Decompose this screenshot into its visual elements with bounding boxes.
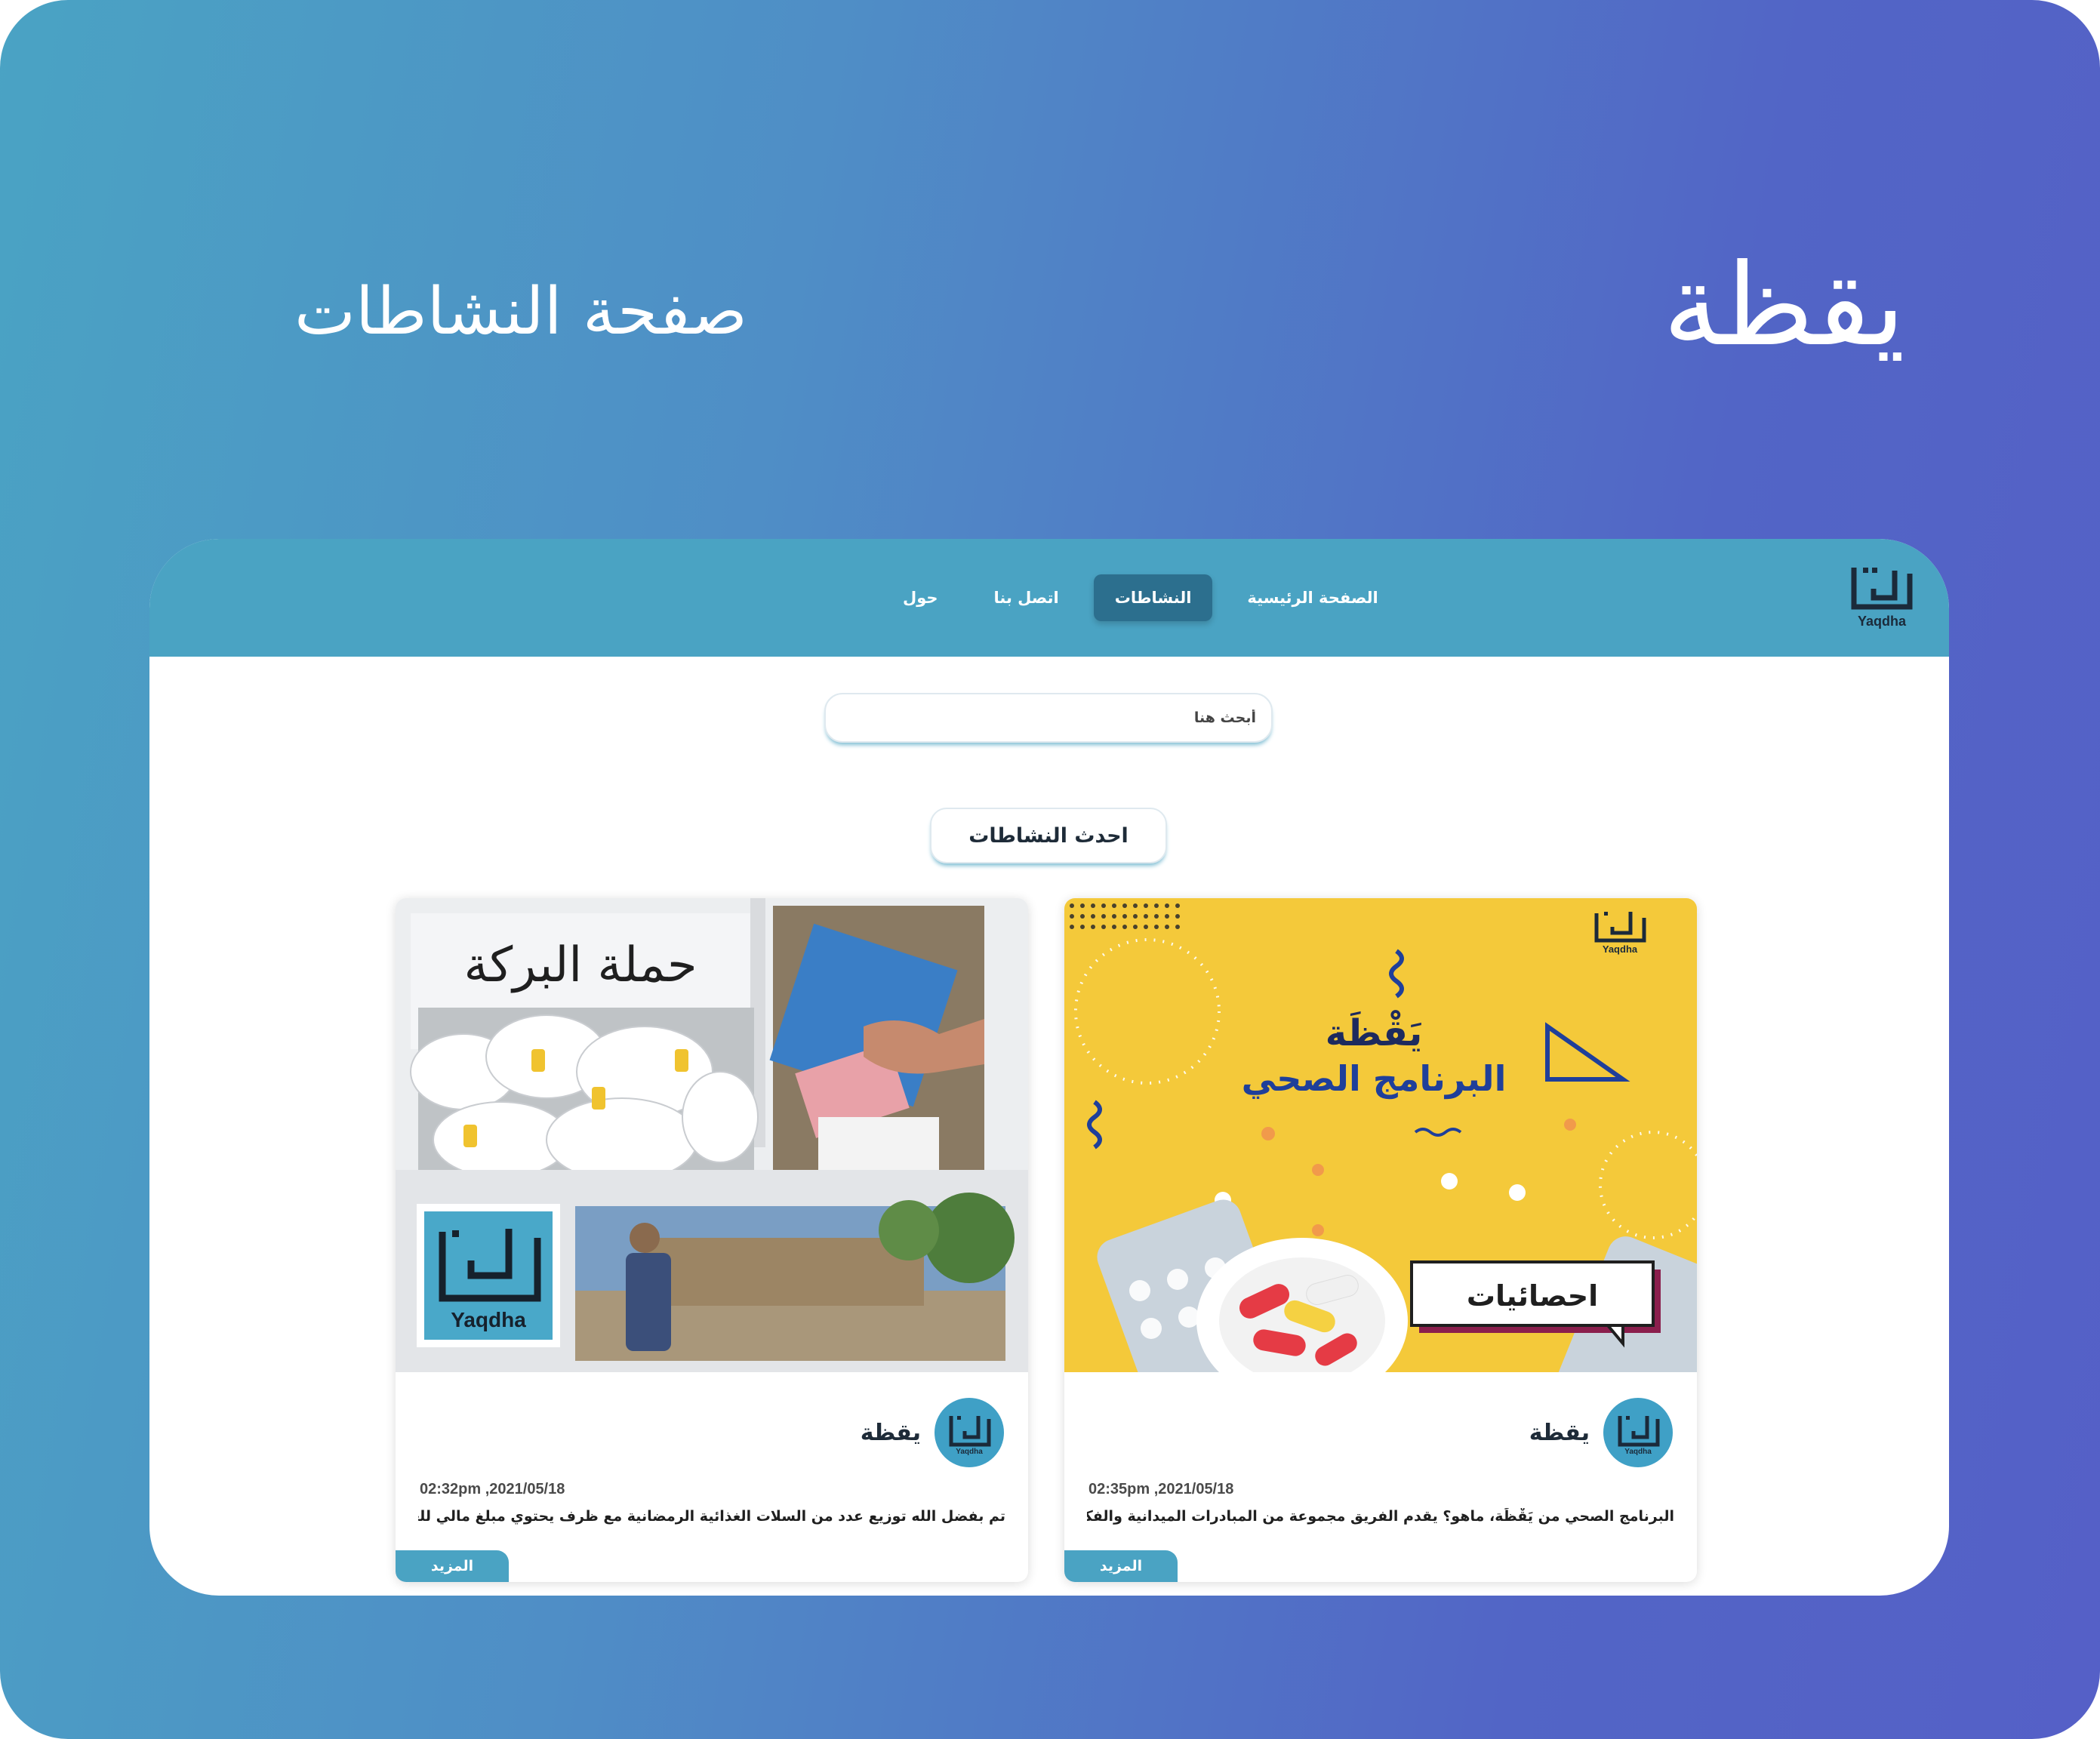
search-box bbox=[824, 693, 1273, 743]
logo-text: Yaqdha bbox=[1857, 614, 1907, 629]
card-image-heading: حملة البركة bbox=[463, 937, 697, 993]
author-name: يقظة bbox=[1529, 1419, 1590, 1446]
site-logo[interactable]: Yaqdha bbox=[1849, 562, 1914, 629]
card-image-badge: احصائيات bbox=[1467, 1279, 1598, 1313]
card-excerpt: البرنامج الصحي من يَقْظَة، ماهو؟ يقدم ال… bbox=[1087, 1508, 1674, 1525]
logo-mark-icon: Yaqdha bbox=[1618, 1416, 1660, 1456]
search-input[interactable] bbox=[847, 694, 1258, 741]
background-frame: يقظة صفحة النشاطات Yaqdha الصفحة الرئيسي… bbox=[0, 0, 2100, 1739]
card-image-logo-text: Yaqdha bbox=[1603, 943, 1638, 955]
nav-item-contact[interactable]: اتصل بنا bbox=[973, 574, 1080, 621]
card-image-heading1: يَقْظَة bbox=[1326, 1011, 1422, 1054]
card-image-logo-text: Yaqdha bbox=[451, 1308, 526, 1331]
brand-title: يقظة bbox=[1662, 240, 1905, 371]
avatar: Yaqdha bbox=[935, 1398, 1004, 1467]
main-nav: الصفحة الرئيسية النشاطات اتصل بنا حول bbox=[882, 574, 1399, 622]
nav-item-home[interactable]: الصفحة الرئيسية bbox=[1226, 574, 1399, 621]
card-image[interactable]: يَقْظَة البرنامج الصحي احصائيات Yaqdha bbox=[1064, 898, 1697, 1372]
app-window: Yaqdha الصفحة الرئيسية النشاطات اتصل بنا… bbox=[149, 539, 1949, 1596]
card-excerpt: تم بفضل الله توزيع عدد من السلات الغذائي… bbox=[418, 1508, 1005, 1525]
logo-mark-icon bbox=[1851, 568, 1913, 610]
more-button[interactable]: المزيد bbox=[396, 1550, 509, 1582]
nav-item-activities[interactable]: النشاطات bbox=[1093, 574, 1213, 621]
page-subtitle: صفحة النشاطات bbox=[294, 274, 748, 349]
card-timestamp: 02:35pm ,2021/05/18 bbox=[1088, 1481, 1234, 1497]
section-title: احدث النشاطات bbox=[930, 808, 1167, 863]
avatar-text: Yaqdha bbox=[1624, 1448, 1652, 1456]
card-image-heading2: البرنامج الصحي bbox=[1242, 1058, 1507, 1099]
logo-mark-icon: Yaqdha bbox=[949, 1416, 991, 1456]
nav-item-about[interactable]: حول bbox=[882, 574, 959, 621]
card-timestamp: 02:32pm ,2021/05/18 bbox=[420, 1481, 565, 1497]
card-author: Yaqdha يقظة bbox=[861, 1398, 1004, 1467]
navbar: Yaqdha الصفحة الرئيسية النشاطات اتصل بنا… bbox=[149, 539, 1949, 657]
activity-card[interactable]: يَقْظَة البرنامج الصحي احصائيات Yaqdha Y… bbox=[1064, 898, 1697, 1582]
activity-card[interactable]: حملة البركة Yaqdha Yaqdha يقظة 02:32pm ,… bbox=[396, 898, 1028, 1582]
avatar-text: Yaqdha bbox=[956, 1448, 983, 1456]
card-author: Yaqdha يقظة bbox=[1529, 1398, 1673, 1467]
avatar: Yaqdha bbox=[1603, 1398, 1673, 1467]
more-button[interactable]: المزيد bbox=[1064, 1550, 1178, 1582]
card-image[interactable]: حملة البركة Yaqdha bbox=[396, 898, 1028, 1372]
author-name: يقظة bbox=[860, 1419, 921, 1446]
